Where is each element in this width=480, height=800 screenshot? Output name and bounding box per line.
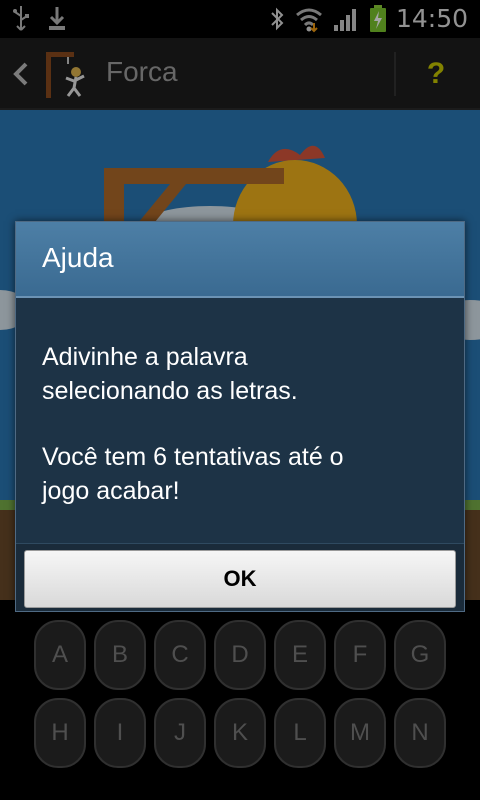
dialog-header: Ajuda [16,222,464,298]
dialog-message: Adivinhe a palavra selecionando as letra… [42,340,442,508]
dialog-message-attempts: Você tem 6 tentativas até o jogo acabar! [42,443,344,505]
dialog-footer: OK [16,543,464,611]
ok-button[interactable]: OK [24,550,456,608]
dialog-message-instructions: Adivinhe a palavra selecionando as letra… [42,343,298,405]
dialog-title: Ajuda [42,242,114,273]
help-dialog: Ajuda Adivinhe a palavra selecionando as… [15,221,465,612]
